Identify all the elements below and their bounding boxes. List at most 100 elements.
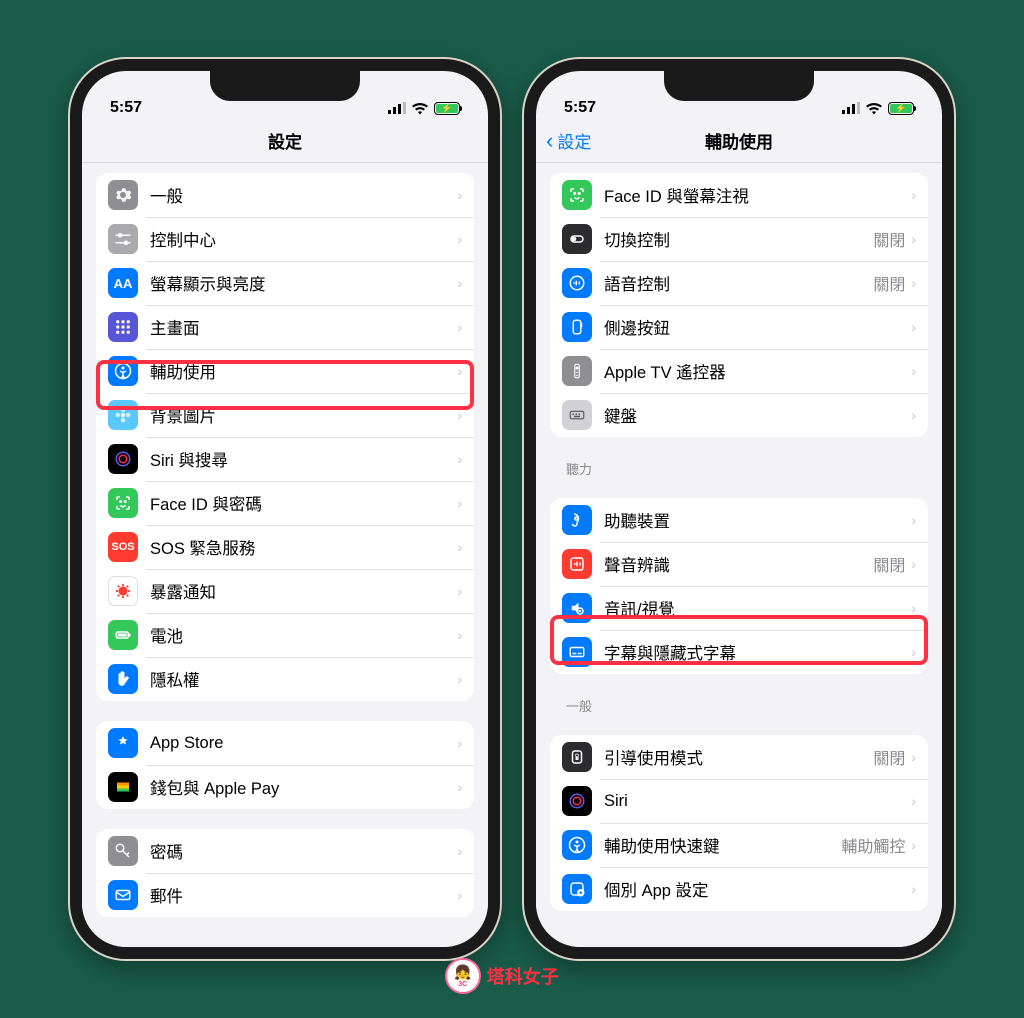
chevron-right-icon: ›: [457, 671, 462, 687]
row-value: 關閉: [873, 745, 905, 769]
battery-icon: [108, 620, 138, 650]
chevron-right-icon: ›: [457, 887, 462, 903]
row-side-button[interactable]: 側邊按鈕›: [550, 305, 928, 349]
row-label: Apple TV 遙控器: [604, 359, 911, 383]
row-label: 引導使用模式: [604, 745, 873, 769]
row-label: 暴露通知: [150, 579, 457, 603]
row-faceid-attention[interactable]: Face ID 與螢幕注視›: [550, 173, 928, 217]
row-label: Siri 與搜尋: [150, 447, 457, 471]
av-icon: [562, 593, 592, 623]
gear-icon: [108, 180, 138, 210]
row-wallpaper[interactable]: 背景圖片›: [96, 393, 474, 437]
chevron-right-icon: ›: [911, 363, 916, 379]
chevron-right-icon: ›: [911, 793, 916, 809]
row-privacy[interactable]: 隱私權›: [96, 657, 474, 701]
row-siri-a11y[interactable]: Siri›: [550, 779, 928, 823]
settings-list-left[interactable]: 一般›控制中心›AA螢幕顯示與亮度›主畫面›輔助使用›背景圖片›Siri 與搜尋…: [82, 163, 488, 947]
chevron-right-icon: ›: [457, 363, 462, 379]
switch-icon: [562, 224, 592, 254]
faceid-icon: [108, 488, 138, 518]
settings-group: 一般›控制中心›AA螢幕顯示與亮度›主畫面›輔助使用›背景圖片›Siri 與搜尋…: [96, 173, 474, 701]
chevron-right-icon: ›: [457, 495, 462, 511]
row-label: 語音控制: [604, 271, 873, 295]
row-shortcut[interactable]: 輔助使用快速鍵輔助觸控›: [550, 823, 928, 867]
person-icon: [108, 356, 138, 386]
row-sound-recog[interactable]: 聲音辨識關閉›: [550, 542, 928, 586]
nav-back-button[interactable]: ‹ 設定: [546, 119, 591, 162]
row-label: 主畫面: [150, 315, 457, 339]
row-faceid[interactable]: Face ID 與密碼›: [96, 481, 474, 525]
sos-icon: SOS: [108, 532, 138, 562]
status-bar: 5:57 ⚡: [536, 71, 942, 119]
row-wallet[interactable]: 錢包與 Apple Pay›: [96, 765, 474, 809]
row-label: 字幕與隱藏式字幕: [604, 640, 911, 664]
chevron-right-icon: ›: [457, 319, 462, 335]
wallet-icon: [108, 772, 138, 802]
row-label: App Store: [150, 734, 457, 753]
battery-icon: ⚡: [434, 102, 460, 115]
chevron-right-icon: ›: [457, 627, 462, 643]
row-label: Face ID 與密碼: [150, 491, 457, 515]
row-home-screen[interactable]: 主畫面›: [96, 305, 474, 349]
faceid-icon: [562, 180, 592, 210]
status-time: 5:57: [110, 99, 142, 117]
row-apple-tv-remote[interactable]: Apple TV 遙控器›: [550, 349, 928, 393]
row-battery[interactable]: 電池›: [96, 613, 474, 657]
row-accessibility[interactable]: 輔助使用›: [96, 349, 474, 393]
watermark-avatar-icon: 👧 3C: [445, 958, 481, 994]
row-label: 背景圖片: [150, 403, 457, 427]
virus-icon: [108, 576, 138, 606]
row-audio-visual[interactable]: 音訊/視覺›: [550, 586, 928, 630]
voice-icon: [562, 268, 592, 298]
nav-back-label: 設定: [557, 128, 591, 153]
row-app-store[interactable]: App Store›: [96, 721, 474, 765]
row-sos[interactable]: SOS SOS 緊急服務›: [96, 525, 474, 569]
row-passwords[interactable]: 密碼›: [96, 829, 474, 873]
grid-icon: [108, 312, 138, 342]
settings-list-right[interactable]: Face ID 與螢幕注視›切換控制關閉›語音控制關閉›側邊按鈕›Apple T…: [536, 163, 942, 947]
row-label: SOS 緊急服務: [150, 535, 457, 559]
nav-title: 輔助使用: [705, 128, 773, 153]
row-label: 助聽裝置: [604, 508, 911, 532]
chevron-right-icon: ›: [457, 735, 462, 751]
settings-group: Face ID 與螢幕注視›切換控制關閉›語音控制關閉›側邊按鈕›Apple T…: [550, 173, 928, 437]
person-icon: [562, 830, 592, 860]
row-control-center[interactable]: 控制中心›: [96, 217, 474, 261]
chevron-right-icon: ›: [457, 539, 462, 555]
row-label: 音訊/視覺: [604, 596, 911, 620]
row-voice-control[interactable]: 語音控制關閉›: [550, 261, 928, 305]
row-mail[interactable]: 郵件›: [96, 873, 474, 917]
row-label: 錢包與 Apple Pay: [150, 775, 457, 799]
row-display[interactable]: AA螢幕顯示與亮度›: [96, 261, 474, 305]
chevron-right-icon: ›: [457, 451, 462, 467]
subtitle-icon: [562, 637, 592, 667]
row-general[interactable]: 一般›: [96, 173, 474, 217]
status-bar: 5:57 ⚡: [82, 71, 488, 119]
nav-title: 設定: [268, 128, 302, 153]
row-label: 切換控制: [604, 227, 873, 251]
row-subtitles[interactable]: 字幕與隱藏式字幕›: [550, 630, 928, 674]
signal-icon: [388, 99, 406, 117]
wifi-icon: [865, 99, 883, 117]
chevron-right-icon: ›: [911, 600, 916, 616]
section-header: 一般: [566, 696, 928, 715]
row-label: 一般: [150, 183, 457, 207]
row-exposure[interactable]: 暴露通知›: [96, 569, 474, 613]
lock-icon: [562, 742, 592, 772]
row-keyboards[interactable]: 鍵盤›: [550, 393, 928, 437]
row-siri[interactable]: Siri 與搜尋›: [96, 437, 474, 481]
row-guided-access[interactable]: 引導使用模式關閉›: [550, 735, 928, 779]
row-per-app[interactable]: 個別 App 設定›: [550, 867, 928, 911]
row-value: 輔助觸控: [841, 833, 905, 857]
row-hearing-devices[interactable]: 助聽裝置›: [550, 498, 928, 542]
chevron-right-icon: ›: [457, 779, 462, 795]
chevron-right-icon: ›: [911, 319, 916, 335]
row-label: 螢幕顯示與亮度: [150, 271, 457, 295]
siri-icon: [108, 444, 138, 474]
key-icon: [108, 836, 138, 866]
chevron-right-icon: ›: [911, 407, 916, 423]
row-label: Face ID 與螢幕注視: [604, 183, 911, 207]
row-switch-control[interactable]: 切換控制關閉›: [550, 217, 928, 261]
chevron-right-icon: ›: [457, 231, 462, 247]
status-time: 5:57: [564, 99, 596, 117]
